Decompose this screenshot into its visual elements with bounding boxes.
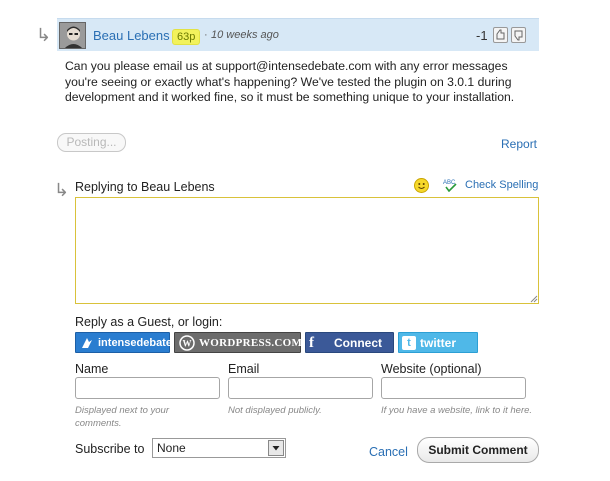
replying-to-label: Replying to Beau Lebens <box>75 180 215 194</box>
submit-comment-button[interactable]: Submit Comment <box>417 437 539 463</box>
name-input[interactable] <box>75 377 220 399</box>
chevron-down-icon[interactable] <box>268 440 284 456</box>
reply-textarea[interactable] <box>75 197 539 304</box>
vote-count: -1 <box>476 28 488 43</box>
twitter-login-button[interactable]: t twitter <box>398 332 478 353</box>
report-link[interactable]: Report <box>501 137 537 151</box>
intensedebate-login-button[interactable]: intensedebate <box>75 332 172 353</box>
comment-timestamp: 10 weeks ago <box>211 29 279 41</box>
website-field-label: Website (optional) <box>381 362 482 376</box>
intensedebate-label: intensedebate <box>98 337 172 349</box>
email-hint: Not displayed publicly. <box>228 405 322 416</box>
svg-text:W: W <box>183 339 192 349</box>
reply-arrow-icon: ↳ <box>36 25 52 45</box>
comment-body: Can you please email us at support@inten… <box>65 59 515 104</box>
thumbs-up-icon <box>496 29 505 40</box>
resize-grip-icon[interactable] <box>529 294 538 303</box>
email-input[interactable] <box>228 377 373 399</box>
name-field-label: Name <box>75 362 109 376</box>
facebook-connect-button[interactable]: f Connect <box>305 332 394 353</box>
wordpress-label: WORDPRESS.COM <box>199 337 303 349</box>
facebook-logo-icon: f <box>309 335 314 351</box>
subscribe-label: Subscribe to <box>75 442 145 456</box>
thumbs-down-icon <box>514 30 523 41</box>
emoticon-icon[interactable] <box>414 178 429 193</box>
guest-login-label: Reply as a Guest, or login: <box>75 315 223 329</box>
website-input[interactable] <box>381 377 526 399</box>
avatar[interactable] <box>59 22 86 49</box>
wordpress-logo-icon: W <box>179 335 195 351</box>
twitter-label: twitter <box>420 336 456 350</box>
facebook-connect-label: Connect <box>334 336 382 350</box>
vote-up-button[interactable] <box>493 27 508 43</box>
separator-dot: · <box>204 29 208 41</box>
author-link[interactable]: Beau Lebens <box>93 28 170 43</box>
check-spelling-link[interactable]: Check Spelling <box>465 179 538 191</box>
wordpress-login-button[interactable]: W WORDPRESS.COM <box>174 332 303 353</box>
email-field-label: Email <box>228 362 260 376</box>
vote-down-button[interactable] <box>511 27 526 43</box>
cancel-link[interactable]: Cancel <box>369 445 408 459</box>
name-hint: Displayed next to your comments. <box>75 405 169 429</box>
subscribe-select[interactable]: None <box>152 438 286 458</box>
posting-button[interactable]: Posting... <box>57 133 126 152</box>
website-hint: If you have a website, link to it here. <box>381 405 533 416</box>
twitter-logo-icon: t <box>402 336 416 350</box>
spellcheck-icon[interactable]: ABC <box>443 178 459 193</box>
reputation-badge: 63p <box>172 29 201 45</box>
comment-header: Beau Lebens 63p · 10 weeks ago -1 <box>57 18 539 51</box>
intensedebate-logo-icon <box>82 338 92 348</box>
reply-arrow-icon: ↳ <box>54 180 70 200</box>
